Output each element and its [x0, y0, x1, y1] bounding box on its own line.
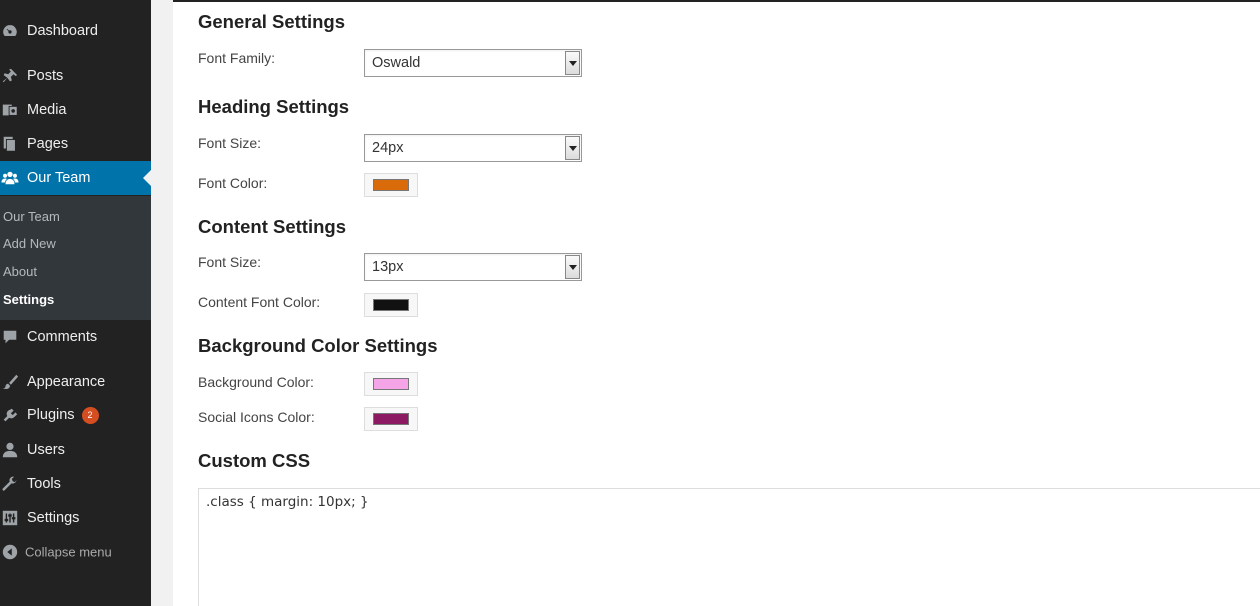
heading-font-size-select[interactable]: 24px	[364, 134, 582, 162]
plugins-label: Plugins	[27, 407, 75, 423]
background-color-picker[interactable]	[364, 372, 418, 396]
sidebar-item-posts[interactable]: Posts	[0, 59, 151, 93]
heading-font-color-picker[interactable]	[364, 173, 418, 197]
submenu-item-add-new[interactable]: Add New	[3, 236, 56, 251]
sidebar-item-dashboard[interactable]: Dashboard	[0, 14, 151, 48]
wrench-icon	[0, 474, 20, 494]
background-color-swatch	[373, 378, 409, 390]
general-settings-heading: General Settings	[198, 11, 346, 32]
content-settings-heading: Content Settings	[198, 216, 346, 237]
sidebar-item-label: Our Team	[27, 170, 91, 186]
admin-sidebar: Dashboard Posts Media Pages Our Team Our…	[0, 0, 151, 606]
update-count-badge: 2	[81, 407, 99, 424]
sidebar-item-plugins[interactable]: Plugins 2	[0, 399, 151, 433]
pages-icon	[0, 134, 20, 154]
sidebar-item-settings[interactable]: Settings	[0, 501, 151, 535]
sidebar-item-label: Dashboard	[27, 23, 98, 39]
team-icon	[0, 168, 20, 188]
chevron-down-icon[interactable]	[565, 136, 580, 160]
sidebar-item-users[interactable]: Users	[0, 433, 151, 467]
background-color-label: Background Color:	[198, 374, 314, 390]
sidebar-item-media[interactable]: Media	[0, 93, 151, 127]
submenu-item-settings[interactable]: Settings	[3, 292, 54, 307]
paintbrush-icon	[0, 372, 20, 392]
heading-color-swatch	[373, 179, 409, 191]
font-family-label: Font Family:	[198, 50, 276, 66]
user-icon	[0, 440, 20, 460]
font-family-select[interactable]: Oswald	[364, 49, 582, 77]
content-font-size-select[interactable]: 13px	[364, 253, 582, 281]
submenu-item-our-team[interactable]: Our Team	[3, 209, 60, 224]
sidebar-item-label: Pages	[27, 136, 69, 152]
sidebar-item-tools[interactable]: Tools	[0, 467, 151, 501]
collapse-menu-button[interactable]: Collapse menu	[0, 535, 151, 569]
content-font-color-label: Content Font Color:	[198, 294, 321, 310]
chevron-down-icon[interactable]	[565, 51, 580, 75]
pushpin-icon	[0, 66, 20, 86]
sidebar-item-label: Appearance	[27, 374, 106, 390]
collapse-arrow-icon	[0, 542, 20, 562]
content-color-swatch	[373, 299, 409, 311]
sidebar-item-pages[interactable]: Pages	[0, 127, 151, 161]
sidebar-item-label: Plugins 2	[27, 407, 99, 425]
sidebar-item-comments[interactable]: Comments	[0, 320, 151, 354]
submenu-item-about[interactable]: About	[3, 264, 37, 279]
custom-css-textarea[interactable]: .class { margin: 10px; }	[198, 488, 1260, 606]
content-font-size-value: 13px	[372, 259, 404, 275]
dashboard-icon	[0, 21, 20, 41]
plugin-icon	[0, 406, 20, 426]
collapse-menu-label: Collapse menu	[25, 544, 112, 560]
heading-settings-heading: Heading Settings	[198, 96, 350, 117]
settings-icon	[0, 508, 20, 528]
media-icon	[0, 100, 20, 120]
background-settings-heading: Background Color Settings	[198, 335, 438, 356]
sidebar-item-label: Posts	[27, 68, 64, 84]
sidebar-item-label: Comments	[27, 329, 98, 345]
heading-font-size-label: Font Size:	[198, 135, 262, 151]
chevron-down-icon[interactable]	[565, 255, 580, 279]
content-font-size-label: Font Size:	[198, 254, 262, 270]
heading-font-color-label: Font Color:	[198, 175, 268, 191]
custom-css-heading: Custom CSS	[198, 450, 311, 471]
heading-font-size-value: 24px	[372, 140, 404, 156]
sidebar-item-label: Settings	[27, 510, 80, 526]
our-team-submenu: Our Team Add New About Settings	[0, 196, 151, 320]
comment-icon	[0, 327, 20, 347]
sidebar-item-our-team[interactable]: Our Team	[0, 161, 151, 195]
social-icons-color-picker[interactable]	[364, 407, 418, 431]
social-icons-color-label: Social Icons Color:	[198, 409, 315, 425]
font-family-value: Oswald	[372, 55, 421, 71]
sidebar-item-label: Users	[27, 442, 65, 458]
sidebar-item-appearance[interactable]: Appearance	[0, 365, 151, 399]
main-content: General Settings Font Family: Oswald Hea…	[151, 0, 1260, 606]
settings-panel: General Settings Font Family: Oswald Hea…	[173, 0, 1260, 606]
sidebar-item-label: Media	[27, 102, 67, 118]
content-font-color-picker[interactable]	[364, 293, 418, 317]
social-icons-color-swatch	[373, 413, 409, 425]
sidebar-item-label: Tools	[27, 476, 61, 492]
